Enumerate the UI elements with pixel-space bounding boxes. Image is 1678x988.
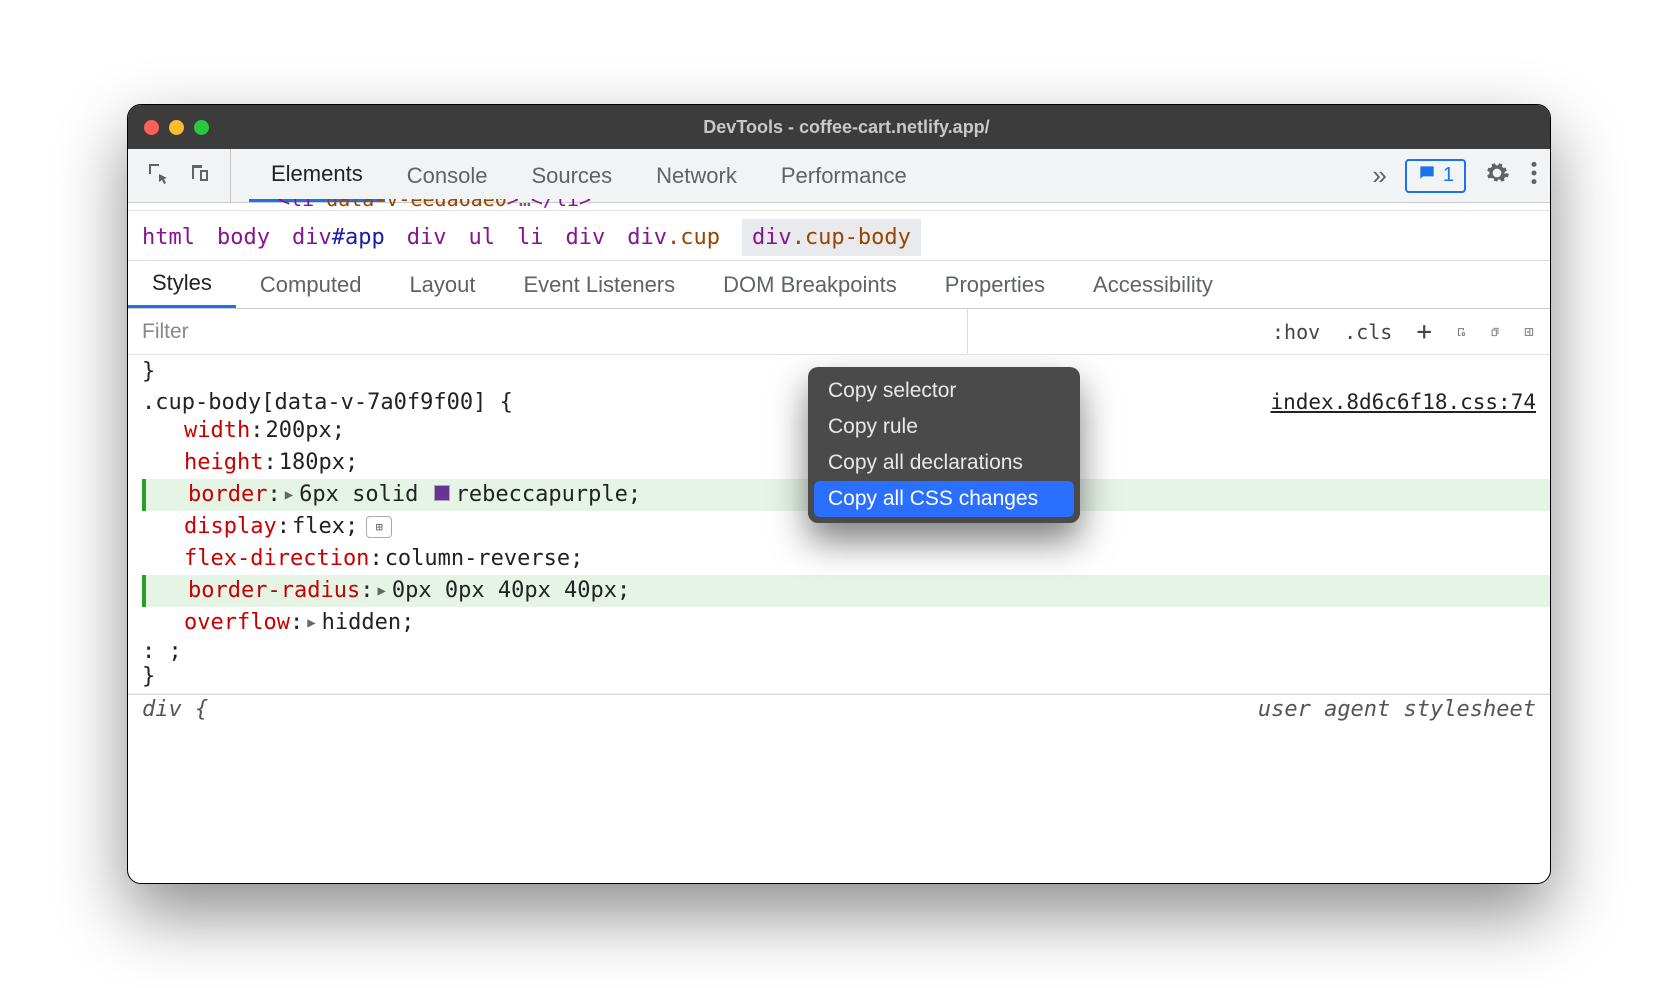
context-menu-item[interactable]: Copy all declarations: [808, 445, 1080, 481]
chat-icon: [1417, 163, 1437, 189]
device-toggle-icon[interactable]: [188, 161, 212, 190]
breadcrumb-item[interactable]: div.cup-body: [742, 219, 921, 256]
breadcrumb-item[interactable]: div#app: [292, 225, 385, 250]
subtab-event-listeners[interactable]: Event Listeners: [500, 261, 700, 308]
css-declaration[interactable]: flex-direction: column-reverse;: [184, 543, 1550, 575]
kebab-menu-icon[interactable]: [1530, 160, 1538, 191]
close-window-button[interactable]: [144, 120, 159, 135]
issues-button[interactable]: 1: [1405, 159, 1466, 193]
main-tab-sources[interactable]: Sources: [509, 149, 634, 202]
styles-subtabs: StylesComputedLayoutEvent ListenersDOM B…: [128, 261, 1550, 309]
css-declaration[interactable]: border-radius:▶0px 0px 40px 40px;: [142, 575, 1550, 607]
copy-icon[interactable]: [1480, 317, 1510, 347]
subtab-styles[interactable]: Styles: [128, 261, 236, 308]
context-menu-item[interactable]: Copy all CSS changes: [814, 481, 1074, 517]
subtab-accessibility[interactable]: Accessibility: [1069, 261, 1237, 308]
breadcrumb-item[interactable]: div: [565, 225, 605, 250]
styles-filter-bar: :hov .cls +: [128, 309, 1550, 355]
cls-toggle[interactable]: .cls: [1334, 316, 1402, 348]
css-selector[interactable]: .cup-body[data-v-7a0f9f00]: [142, 390, 486, 415]
ua-label: user agent stylesheet: [1258, 697, 1536, 722]
computed-sidebar-toggle-icon[interactable]: [1514, 317, 1544, 347]
subtab-computed[interactable]: Computed: [236, 261, 386, 308]
css-source-link[interactable]: index.8d6c6f18.css:74: [1270, 390, 1536, 414]
elements-tree-fragment: <li data-v-eeda6ae0>…</li>: [128, 199, 1550, 211]
breadcrumb-item[interactable]: div: [407, 225, 447, 250]
format-icon[interactable]: [1446, 317, 1476, 347]
breadcrumb: htmlbodydiv#appdivullidivdiv.cupdiv.cup-…: [128, 215, 1550, 261]
main-tab-performance[interactable]: Performance: [759, 149, 929, 202]
subtab-properties[interactable]: Properties: [921, 261, 1069, 308]
user-agent-rule: div { user agent stylesheet: [128, 694, 1550, 724]
devtools-window: DevTools - coffee-cart.netlify.app/ Elem…: [127, 104, 1551, 884]
inspect-icon[interactable]: [146, 161, 170, 190]
settings-gear-icon[interactable]: [1484, 160, 1510, 191]
breadcrumb-item[interactable]: ul: [468, 225, 495, 250]
main-tabs-bar: ElementsConsoleSourcesNetworkPerformance…: [128, 149, 1550, 203]
color-swatch[interactable]: [434, 485, 450, 501]
new-rule-plus-icon[interactable]: +: [1406, 313, 1442, 351]
rule-close-brace: }: [142, 664, 1550, 689]
subtab-layout[interactable]: Layout: [385, 261, 499, 308]
breadcrumb-item[interactable]: li: [517, 225, 544, 250]
styles-filter-input[interactable]: [128, 309, 968, 354]
breadcrumb-item[interactable]: html: [142, 225, 195, 250]
main-tab-network[interactable]: Network: [634, 149, 759, 202]
ua-selector: div {: [142, 697, 208, 722]
flex-badge-icon[interactable]: ⊞: [366, 516, 392, 538]
context-menu-item[interactable]: Copy selector: [808, 373, 1080, 409]
more-tabs-chevron-icon[interactable]: »: [1354, 160, 1404, 191]
css-declaration[interactable]: overflow:▶hidden;: [184, 607, 1550, 639]
subtab-dom-breakpoints[interactable]: DOM Breakpoints: [699, 261, 921, 308]
main-tab-console[interactable]: Console: [385, 149, 510, 202]
issues-count: 1: [1443, 164, 1454, 187]
breadcrumb-item[interactable]: div.cup: [627, 225, 720, 250]
breadcrumb-item[interactable]: body: [217, 225, 270, 250]
context-menu: Copy selectorCopy ruleCopy all declarati…: [808, 367, 1080, 523]
titlebar: DevTools - coffee-cart.netlify.app/: [128, 105, 1550, 149]
main-tab-elements[interactable]: Elements: [249, 149, 385, 202]
window-title: DevTools - coffee-cart.netlify.app/: [159, 117, 1534, 138]
hov-toggle[interactable]: :hov: [1262, 316, 1330, 348]
styles-pane: } index.8d6c6f18.css:74 .cup-body[data-v…: [128, 355, 1550, 883]
context-menu-item[interactable]: Copy rule: [808, 409, 1080, 445]
